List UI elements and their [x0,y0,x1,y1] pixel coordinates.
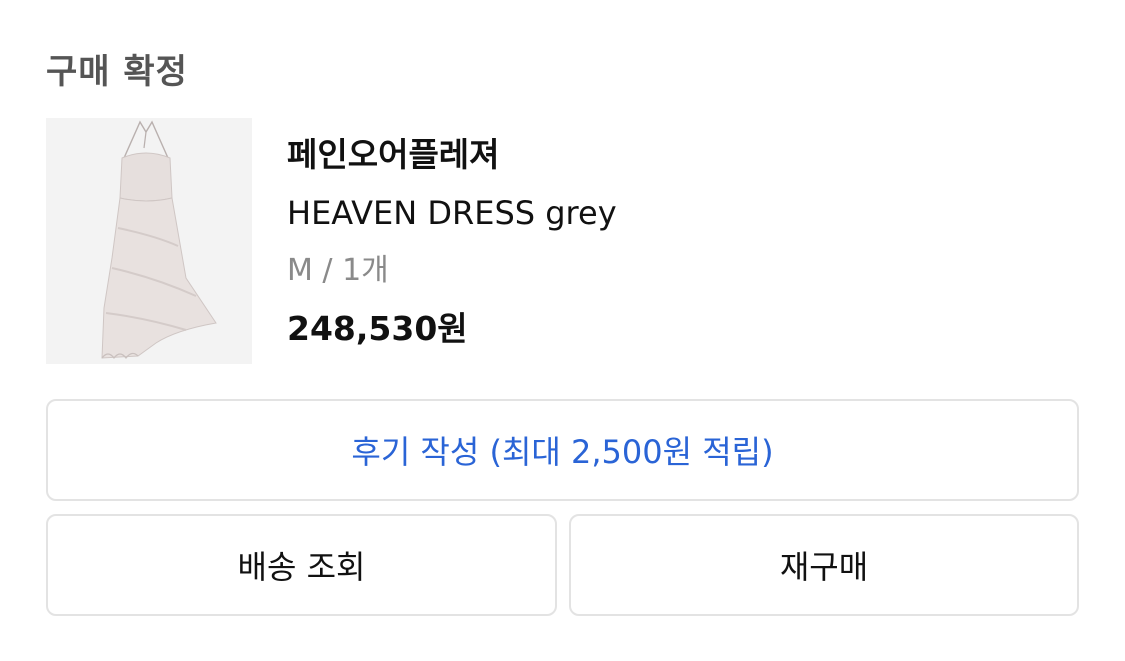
product-info: 페인오어플레져 HEAVEN DRESS grey M / 1개 248,530… [287,126,617,358]
order-status-label: 구매 확정 [46,52,188,92]
track-delivery-button[interactable]: 배송 조회 [46,514,557,616]
write-review-button[interactable]: 후기 작성 (최대 2,500원 적립) [46,399,1079,501]
product-thumbnail[interactable] [46,118,252,364]
dress-image [46,118,252,364]
product-name[interactable]: HEAVEN DRESS grey [287,184,617,242]
rebuy-button[interactable]: 재구매 [569,514,1079,616]
product-option: M / 1개 [287,253,389,288]
order-item-card: 구매 확정 페인오어플레져 HEAVEN DRESS grey M / 1개 2… [0,0,1125,661]
product-brand[interactable]: 페인오어플레져 [287,126,617,184]
product-price: 248,530원 [287,309,468,348]
